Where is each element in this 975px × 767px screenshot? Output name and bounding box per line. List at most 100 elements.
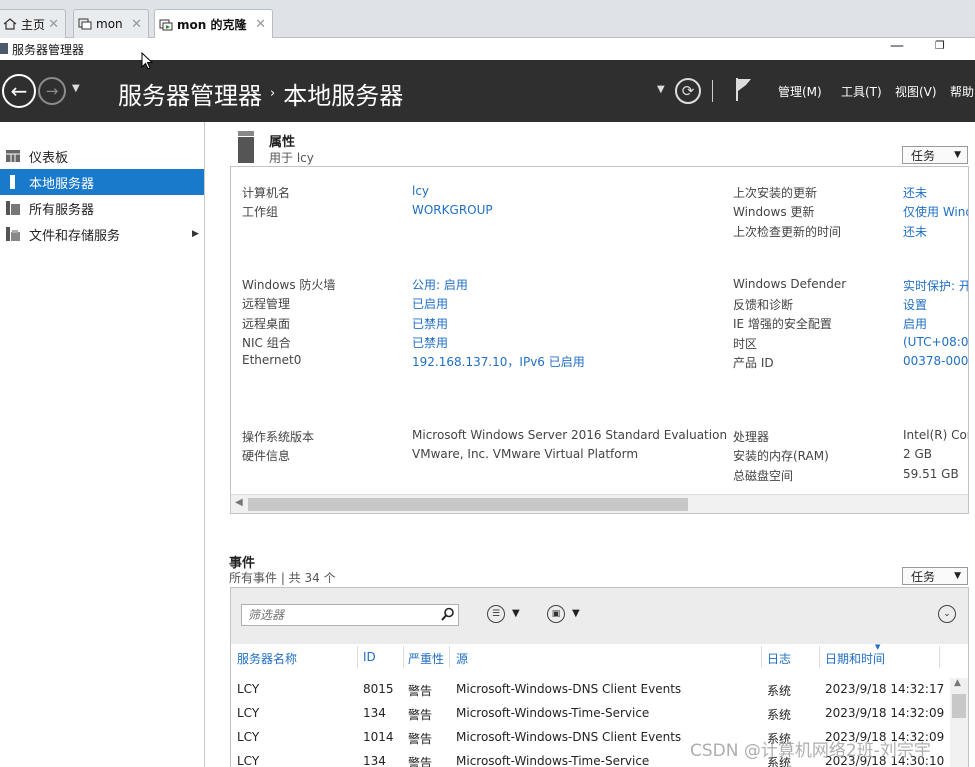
prop-value-feedback[interactable]: 设置 <box>903 296 927 313</box>
minimize-button[interactable]: — <box>890 38 904 54</box>
cell-server: LCY <box>237 730 260 744</box>
vm-tab-mon[interactable]: mon ✕ <box>73 9 149 38</box>
prop-value-defender[interactable]: 实时保护: 开 <box>903 277 968 294</box>
all-servers-icon <box>6 201 20 215</box>
cell-id: 134 <box>363 706 386 720</box>
column-header-server[interactable]: 服务器名称 <box>237 650 297 667</box>
prop-label: 工作组 <box>242 205 279 219</box>
prop-label: 上次检查更新的时间 <box>733 225 842 239</box>
prop-label: 安装的内存(RAM) <box>733 449 829 463</box>
table-row[interactable]: LCY 134 警告 Microsoft-Windows-Time-Servic… <box>231 706 951 730</box>
vm-tab-label: mon 的克隆 <box>177 18 247 32</box>
scrollbar-thumb[interactable] <box>952 694 966 718</box>
sidebar-item-label: 仪表板 <box>29 150 69 166</box>
sidebar-item-dashboard[interactable]: 仪表板 <box>0 143 204 169</box>
prop-value-last-check[interactable]: 还未 <box>903 223 927 240</box>
table-row[interactable]: LCY 8015 警告 Microsoft-Windows-DNS Client… <box>231 682 951 706</box>
prop-label: 硬件信息 <box>242 449 291 463</box>
prop-value-disk: 59.51 GB <box>903 467 959 481</box>
close-icon[interactable]: ✕ <box>48 17 59 32</box>
prop-label: 远程管理 <box>242 297 291 311</box>
menu-view[interactable]: 视图(V) <box>895 83 937 100</box>
column-header-source[interactable]: 源 <box>456 650 468 667</box>
prop-label: Windows 更新 <box>733 205 815 219</box>
vm-icon <box>78 18 92 30</box>
properties-tasks-button[interactable]: 任务 ▼ <box>902 146 968 164</box>
cell-id: 8015 <box>363 682 394 696</box>
prop-label: Ethernet0 <box>242 353 302 367</box>
sidebar-item-all-servers[interactable]: 所有服务器 <box>0 195 204 221</box>
column-header-id[interactable]: ID <box>363 650 376 664</box>
menu-manage[interactable]: 管理(M) <box>778 83 822 100</box>
prop-value-ethernet[interactable]: 192.168.137.10，IPv6 已启用 <box>412 353 585 370</box>
notification-flag-icon[interactable] <box>735 76 753 102</box>
column-header-severity[interactable]: 严重性 <box>408 650 444 667</box>
breadcrumb-separator: › <box>270 86 276 101</box>
horizontal-scrollbar[interactable]: ◀ <box>231 494 968 513</box>
cell-datetime: 2023/9/18 14:32:17 <box>825 682 945 696</box>
cell-id: 1014 <box>363 730 394 744</box>
expand-arrow-icon[interactable]: ▶ <box>192 229 199 239</box>
sort-descending-icon: ▼ <box>875 643 881 651</box>
prop-value-remote-management[interactable]: 已启用 <box>412 295 448 312</box>
cell-source: Microsoft-Windows-DNS Client Events <box>456 682 682 696</box>
events-subtitle: 所有事件 | 共 34 个 <box>229 571 336 585</box>
vm-running-icon <box>159 19 173 30</box>
prop-value-ram: 2 GB <box>903 447 932 461</box>
prop-value-workgroup[interactable]: WORKGROUP <box>412 203 493 217</box>
prop-value-windows-update[interactable]: 仅使用 Wind <box>903 203 968 220</box>
column-header-datetime[interactable]: 日期和时间 <box>825 650 885 667</box>
close-icon[interactable]: ✕ <box>255 17 266 32</box>
events-tasks-button[interactable]: 任务 ▼ <box>902 567 968 585</box>
prop-value-nic-teaming[interactable]: 已禁用 <box>412 334 448 351</box>
list-options-button[interactable]: ☰ <box>487 605 505 623</box>
prop-label: 操作系统版本 <box>242 430 315 444</box>
restore-button[interactable]: ❐ <box>935 39 945 52</box>
prop-value-ie-esc[interactable]: 启用 <box>903 315 927 332</box>
prop-label: 计算机名 <box>242 186 291 200</box>
breadcrumb-root[interactable]: 服务器管理器 <box>118 76 262 111</box>
prop-value-product-id[interactable]: 00378-0000 <box>903 354 968 368</box>
chevron-down-icon[interactable]: ▼ <box>657 84 665 95</box>
prop-value-last-update[interactable]: 还未 <box>903 184 927 201</box>
close-icon[interactable]: ✕ <box>131 17 142 32</box>
forward-button[interactable]: → <box>38 77 66 105</box>
prop-value-computer-name[interactable]: lcy <box>412 184 429 198</box>
prop-label: IE 增强的安全配置 <box>733 317 832 331</box>
prop-value-timezone[interactable]: (UTC+08:00 <box>903 335 968 349</box>
search-icon[interactable] <box>441 607 455 621</box>
filter-input[interactable] <box>241 604 459 626</box>
sidebar-item-label: 所有服务器 <box>29 202 95 218</box>
sidebar-item-local-server[interactable]: 本地服务器 <box>0 169 204 195</box>
scroll-left-icon[interactable]: ◀ <box>235 497 243 508</box>
vm-tab-mon-clone[interactable]: mon 的克隆 ✕ <box>154 9 273 39</box>
cell-datetime: 2023/9/18 14:32:09 <box>825 706 945 720</box>
sidebar-item-label: 本地服务器 <box>29 176 95 192</box>
back-button[interactable]: ← <box>2 74 36 108</box>
prop-label: 产品 ID <box>733 356 774 370</box>
vm-tab-home[interactable]: 主页 ✕ <box>0 9 66 38</box>
menu-tools[interactable]: 工具(T) <box>841 83 882 100</box>
refresh-icon: ⟳ <box>681 82 695 100</box>
vertical-scrollbar[interactable]: ▲ <box>950 678 968 767</box>
scrollbar-thumb[interactable] <box>248 498 688 511</box>
expand-button[interactable]: ⌄ <box>938 605 956 623</box>
prop-value-firewall[interactable]: 公用: 启用 <box>412 276 468 293</box>
prop-value-remote-desktop[interactable]: 已禁用 <box>412 315 448 332</box>
prop-label: Windows 防火墙 <box>242 278 336 292</box>
sidebar-item-file-storage[interactable]: 文件和存储服务 ▶ <box>0 221 204 247</box>
prop-label: Windows Defender <box>733 277 847 291</box>
menu-help[interactable]: 帮助 <box>950 83 974 100</box>
properties-subtitle: 用于 lcy <box>269 151 314 165</box>
history-dropdown-icon[interactable]: ▼ <box>72 83 80 94</box>
chevron-down-icon[interactable]: ▼ <box>512 608 520 619</box>
scroll-up-icon[interactable]: ▲ <box>954 678 961 688</box>
cell-source: Microsoft-Windows-Time-Service <box>456 754 650 767</box>
column-header-log[interactable]: 日志 <box>767 650 791 667</box>
cell-server: LCY <box>237 706 260 720</box>
chevron-down-icon[interactable]: ▼ <box>572 608 580 619</box>
cell-server: LCY <box>237 682 260 696</box>
refresh-button[interactable]: ⟳ <box>675 78 701 104</box>
save-query-button[interactable]: ▣ <box>547 605 565 623</box>
column-divider <box>819 646 820 668</box>
